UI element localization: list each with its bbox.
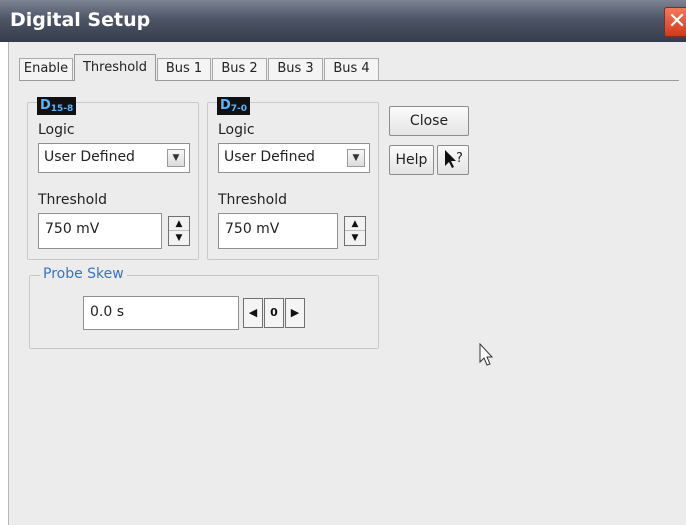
logic-dropdown-d7-0[interactable]: User Defined ▼ [218,143,370,173]
tab-bus-3[interactable]: Bus 3 [268,58,323,80]
group-d7-0: D7-0 Logic User Defined ▼ Threshold 750 … [207,97,379,260]
chevron-down-icon[interactable]: ▼ [167,149,185,167]
title-bar[interactable]: Digital Setup ✕ [0,0,686,42]
logic-value: User Defined [224,149,315,165]
triangle-up-icon[interactable]: ▲ [169,217,189,231]
group-probe-skew: Probe Skew 0.0 s ◀ 0 ▶ [29,266,379,349]
channel-badge-d15-8: D15-8 [37,97,77,115]
question-mark: ? [456,151,463,166]
logic-dropdown-d15-8[interactable]: User Defined ▼ [38,143,190,173]
threshold-input-d15-8[interactable]: 750 mV [38,213,162,249]
mouse-pointer-icon [479,343,494,366]
triangle-right-icon[interactable]: ▶ [285,298,305,328]
triangle-down-icon[interactable]: ▼ [345,231,365,245]
channel-badge-d7-0: D7-0 [217,97,251,115]
badge-letter: D [220,98,231,113]
whats-this-button[interactable]: ? [437,145,469,175]
triangle-up-icon[interactable]: ▲ [345,217,365,231]
badge-subscript: 15-8 [50,104,74,114]
threshold-spinner-d7-0[interactable]: ▲ ▼ [344,216,366,246]
tab-bus-4[interactable]: Bus 4 [324,58,379,80]
dialog-body: Enable Threshold Bus 1 Bus 2 Bus 3 Bus 4… [8,42,686,525]
tab-bus-2[interactable]: Bus 2 [212,58,267,80]
digital-setup-window: Digital Setup ✕ Enable Threshold Bus 1 B… [0,0,686,525]
logic-value: User Defined [44,149,135,165]
probe-skew-input[interactable]: 0.0 s [83,296,239,330]
probe-skew-controls: ◀ 0 ▶ [243,298,307,328]
tab-bus-1[interactable]: Bus 1 [157,58,211,80]
logic-label: Logic [38,122,75,138]
triangle-down-icon[interactable]: ▼ [169,231,189,245]
threshold-value: 750 mV [225,221,280,237]
group-d15-8: D15-8 Logic User Defined ▼ Threshold 750… [27,97,199,260]
mouse-pointer-icon [445,150,456,168]
window-title: Digital Setup [10,9,151,31]
close-window-button[interactable]: ✕ [664,7,686,37]
threshold-value: 750 mV [45,221,100,237]
zero-button[interactable]: 0 [264,298,284,328]
logic-label: Logic [218,122,255,138]
help-button[interactable]: Help [389,145,434,175]
badge-letter: D [40,98,51,113]
tab-threshold[interactable]: Threshold [74,54,156,81]
probe-skew-value: 0.0 s [90,304,125,320]
probe-skew-legend: Probe Skew [40,266,127,282]
threshold-input-d7-0[interactable]: 750 mV [218,213,338,249]
threshold-label: Threshold [218,192,287,208]
threshold-spinner-d15-8[interactable]: ▲ ▼ [168,216,190,246]
triangle-left-icon[interactable]: ◀ [243,298,263,328]
threshold-label: Threshold [38,192,107,208]
chevron-down-icon[interactable]: ▼ [347,149,365,167]
close-button[interactable]: Close [389,106,469,136]
badge-subscript: 7-0 [230,104,248,114]
tab-enable[interactable]: Enable [19,58,73,80]
